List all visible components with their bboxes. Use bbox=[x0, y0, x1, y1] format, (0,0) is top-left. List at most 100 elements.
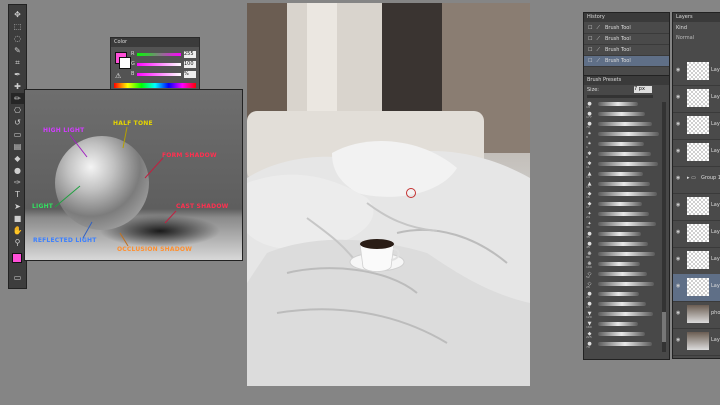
visibility-eye-icon[interactable]: ◉ bbox=[676, 175, 682, 181]
history-panel: History ☐ ⟋ Brush Tool ☐ ⟋ Brush Tool ☐ ⟋ Brus… bbox=[583, 12, 670, 76]
eyedropper-icon[interactable]: ✒ bbox=[11, 69, 24, 80]
brush-preset-row[interactable]: ▼ 120 bbox=[586, 310, 658, 319]
brush-preset-row[interactable]: ● 13 bbox=[586, 300, 658, 309]
screen-mode-icon[interactable]: ▭ bbox=[11, 272, 24, 283]
marquee-icon[interactable]: ⬚ bbox=[11, 21, 24, 32]
brush-list-scrollbar[interactable] bbox=[662, 102, 666, 352]
dodge-icon[interactable]: ● bbox=[11, 165, 24, 176]
layer-row[interactable]: ◉ Lay bbox=[673, 220, 720, 248]
brush-preset-row[interactable]: ● 45 bbox=[586, 240, 658, 249]
brush-preset-row[interactable]: ⁕ 1 bbox=[586, 140, 658, 149]
zoom-icon[interactable]: ⚲ bbox=[11, 237, 24, 248]
layer-row[interactable]: ◉ Lay bbox=[673, 328, 720, 356]
eraser-icon[interactable]: ▭ bbox=[11, 129, 24, 140]
layer-row[interactable]: ◉ Lay bbox=[673, 247, 720, 275]
layer-row[interactable]: ◉ Lay bbox=[673, 139, 720, 167]
brush-preset-row[interactable]: ▼ 160 bbox=[586, 320, 658, 329]
brush-stroke-preview bbox=[598, 262, 640, 266]
layer-row[interactable]: ◉ Lay bbox=[673, 85, 720, 113]
blue-slider[interactable] bbox=[137, 73, 181, 76]
brush-preset-row[interactable]: ● 177 bbox=[586, 110, 658, 119]
brush-preset-row[interactable]: ● 70 bbox=[586, 120, 658, 129]
brush-preset-row[interactable]: ❋ 80 bbox=[586, 250, 658, 259]
green-slider[interactable] bbox=[137, 63, 181, 66]
foreground-color-swatch[interactable] bbox=[12, 253, 22, 263]
visibility-eye-icon[interactable]: ◉ bbox=[676, 94, 682, 100]
brush-preset-row[interactable]: ▲ 15 bbox=[586, 180, 658, 189]
layer-filter-kind[interactable]: Kind bbox=[676, 25, 687, 31]
path-select-icon[interactable]: ➤ bbox=[11, 201, 24, 212]
size-slider[interactable] bbox=[587, 95, 653, 98]
brush-icon[interactable]: ✏ bbox=[11, 93, 24, 104]
visibility-eye-icon[interactable]: ◉ bbox=[676, 256, 682, 262]
layer-row[interactable]: ◉ photo bbox=[673, 301, 720, 329]
brush-preset-row[interactable]: ● 79 bbox=[586, 340, 658, 349]
color-panel-title[interactable]: Color bbox=[114, 39, 127, 45]
channel-value-b[interactable]: % bbox=[184, 71, 196, 78]
brush-size-label: 14 bbox=[586, 175, 590, 179]
layer-row[interactable]: ◉ Lay bbox=[673, 112, 720, 140]
blur-icon[interactable]: ◆ bbox=[11, 153, 24, 164]
pen-icon[interactable]: ✑ bbox=[11, 177, 24, 188]
brush-preset-row[interactable]: ⁕ 8 bbox=[586, 130, 659, 139]
visibility-eye-icon[interactable]: ◉ bbox=[676, 121, 682, 127]
size-field[interactable]: 7 px bbox=[634, 86, 652, 93]
brush-preset-row[interactable]: ❋ 109 bbox=[586, 260, 658, 269]
tab-history[interactable]: History bbox=[587, 14, 605, 20]
brush-preset-row[interactable]: ▲ 14 bbox=[586, 170, 658, 179]
visibility-eye-icon[interactable]: ◉ bbox=[676, 337, 682, 343]
shape-icon[interactable]: ■ bbox=[11, 213, 24, 224]
canvas-photo[interactable] bbox=[247, 3, 530, 386]
visibility-eye-icon[interactable]: ◉ bbox=[676, 202, 682, 208]
brush-preset-row[interactable]: ◇ 25 bbox=[586, 280, 658, 289]
brush-preset-row[interactable]: ✦ 30 bbox=[586, 220, 658, 229]
brush-preset-row[interactable]: ● 13 bbox=[586, 100, 658, 109]
visibility-eye-icon[interactable]: ◉ bbox=[676, 148, 682, 154]
tab-layers[interactable]: Layers bbox=[676, 14, 693, 20]
stamp-icon[interactable]: ⎔ bbox=[11, 105, 24, 116]
type-icon[interactable]: T bbox=[11, 189, 24, 200]
visibility-eye-icon[interactable]: ◉ bbox=[676, 283, 682, 289]
brush-preset-row[interactable]: ✱ 11 bbox=[586, 160, 658, 169]
brush-preset-row[interactable]: ◆ 225 bbox=[586, 330, 658, 339]
visibility-eye-icon[interactable]: ◉ bbox=[676, 229, 682, 235]
background-swatch[interactable] bbox=[119, 57, 131, 69]
gradient-icon[interactable]: ▤ bbox=[11, 141, 24, 152]
layer-row[interactable]: ◉ ▸ ▭ Group 1 bbox=[673, 166, 720, 194]
color-spectrum[interactable] bbox=[114, 83, 196, 88]
hand-icon[interactable]: ✋ bbox=[11, 225, 24, 236]
layer-row[interactable]: ◉ Lay bbox=[673, 274, 720, 302]
brush-preset-row[interactable]: ● 29 bbox=[586, 290, 658, 299]
brush-preset-row[interactable]: ✱ 6 bbox=[586, 150, 658, 159]
red-slider[interactable] bbox=[137, 53, 181, 56]
brush-preset-row[interactable]: ◆ 17 bbox=[586, 200, 658, 209]
brush-preset-row[interactable]: ◇ 52 bbox=[586, 270, 658, 279]
brush-size-label: 52 bbox=[586, 275, 590, 279]
brush-preset-row[interactable]: ✦ 24 bbox=[586, 210, 658, 219]
blend-mode-select[interactable]: Normal bbox=[676, 35, 694, 41]
move-icon[interactable]: ✥ bbox=[11, 9, 24, 20]
brush-stroke-preview bbox=[598, 172, 643, 176]
history-item[interactable]: ☐ ⟋ Brush Tool bbox=[584, 45, 669, 56]
channel-value-r[interactable]: 255 bbox=[184, 51, 196, 58]
healing-icon[interactable]: ✚ bbox=[11, 81, 24, 92]
layer-thumbnail bbox=[687, 224, 709, 242]
scrollbar-thumb[interactable] bbox=[662, 312, 666, 342]
brush-preset-row[interactable]: ◆ 16 bbox=[586, 190, 658, 199]
history-item-selected[interactable]: ☐ ⟋ Brush Tool bbox=[584, 56, 669, 67]
lasso-icon[interactable]: ◌ bbox=[11, 33, 24, 44]
quick-select-icon[interactable]: ✎ bbox=[11, 45, 24, 56]
channel-value-g[interactable]: 100 bbox=[184, 61, 196, 68]
brush-preset-row[interactable]: ● 35 bbox=[586, 230, 658, 239]
history-item[interactable]: ☐ ⟋ Brush Tool bbox=[584, 23, 669, 34]
history-item[interactable]: ☐ ⟋ Brush Tool bbox=[584, 34, 669, 45]
tab-brush-presets[interactable]: Brush Presets bbox=[587, 77, 621, 83]
crop-icon[interactable]: ⌗ bbox=[11, 57, 24, 68]
visibility-eye-icon[interactable]: ◉ bbox=[676, 67, 682, 73]
layer-thumbnail bbox=[687, 251, 709, 269]
layer-row[interactable]: ◉ Lay bbox=[673, 58, 720, 86]
visibility-eye-icon[interactable]: ◉ bbox=[676, 310, 682, 316]
label-reflected-light: REFLECTED LIGHT bbox=[33, 237, 97, 244]
layer-row[interactable]: ◉ Lay bbox=[673, 193, 720, 221]
history-brush-icon[interactable]: ↺ bbox=[11, 117, 24, 128]
